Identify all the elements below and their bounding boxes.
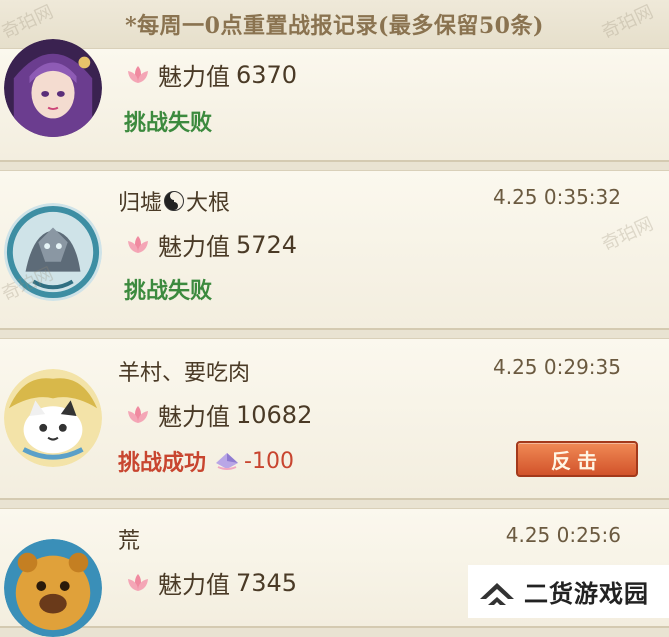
notice-header: *每周一0点重置战报记录(最多保留50条) <box>0 0 669 48</box>
battle-record-3: 羊村、要吃肉 4.25 0:29:35 魅力值 10682 挑战成功 -100 … <box>0 338 669 500</box>
opponent-avatar[interactable] <box>4 539 102 637</box>
charm-label: 魅力值 <box>158 233 230 261</box>
cat-character-icon <box>4 369 102 467</box>
bear-character-icon <box>4 539 102 637</box>
lotus-icon <box>128 405 148 423</box>
charm-number: 10682 <box>236 400 313 429</box>
charm-value: 魅力值 10682 <box>124 397 312 432</box>
charm-label: 魅力值 <box>158 63 230 91</box>
charm-value: 魅力值 6370 <box>124 57 297 92</box>
challenge-result: 挑战失败 <box>124 278 213 304</box>
opponent-avatar[interactable] <box>4 39 102 137</box>
charm-number: 6370 <box>236 60 298 89</box>
battle-record-1: 魅力值 6370 挑战失败 <box>0 39 669 162</box>
site-brand-badge: 二货游戏园 <box>468 565 669 618</box>
opponent-name: 羊村、要吃肉 <box>118 361 251 386</box>
opponent-avatar[interactable] <box>4 369 102 467</box>
lotus-icon <box>128 235 148 253</box>
yinyang-icon <box>164 191 185 211</box>
record-time: 4.25 0:25:6 <box>505 523 621 547</box>
record-time: 4.25 0:29:35 <box>493 355 621 379</box>
battle-record-2: 归墟 大根 4.25 0:35:32 魅力值 5724 挑战失败 <box>0 170 669 330</box>
lotus-icon <box>128 65 148 83</box>
challenge-result: 挑战失败 <box>124 110 213 136</box>
lotus-icon <box>128 573 148 591</box>
brand-name: 二货游戏园 <box>524 580 649 608</box>
chevron-logo-icon <box>480 582 514 605</box>
opponent-name: 荒 <box>118 529 141 554</box>
opponent-name: 归墟 大根 <box>118 191 231 216</box>
purple-hair-character-icon <box>4 39 102 137</box>
counterattack-button[interactable]: 反击 <box>516 441 638 477</box>
record-time: 4.25 0:35:32 <box>493 185 621 209</box>
charm-value: 魅力值 7345 <box>124 565 297 600</box>
reset-notice: *每周一0点重置战报记录(最多保留50条) <box>125 13 544 39</box>
crystal-icon <box>216 453 239 470</box>
challenge-result: 挑战成功 -100 <box>118 448 294 477</box>
charm-value: 魅力值 5724 <box>124 227 297 262</box>
charm-number: 5724 <box>236 230 298 259</box>
charm-label: 魅力值 <box>158 403 230 431</box>
charm-label: 魅力值 <box>158 571 230 599</box>
points-change: -100 <box>214 449 294 474</box>
charm-number: 7345 <box>236 568 298 597</box>
